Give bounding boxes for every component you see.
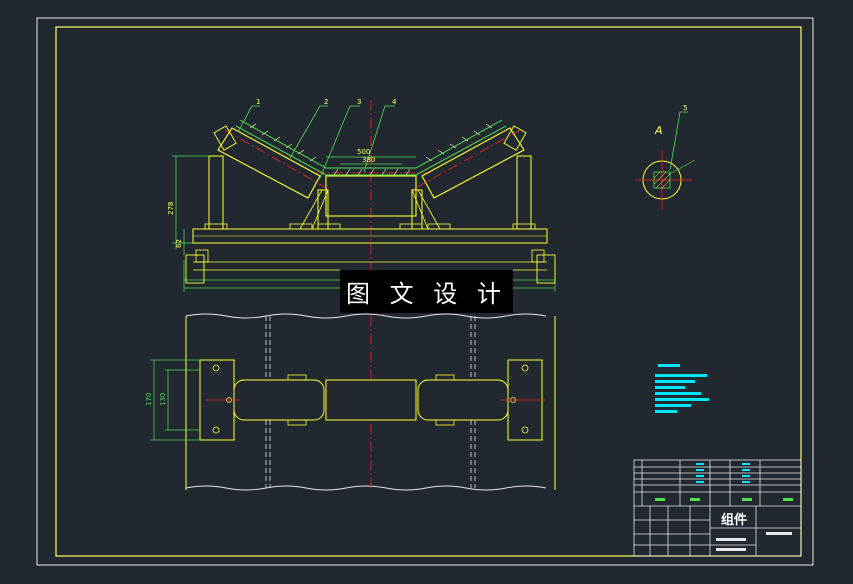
svg-text:2: 2 [324, 98, 328, 106]
right-bracket [516, 155, 532, 230]
dim-plan-outer: 170 [145, 393, 153, 406]
plan-left-roller [233, 379, 325, 421]
plan-view: 170 130 [145, 313, 556, 491]
watermark-banner: 图 文 设 计 [340, 270, 513, 313]
plan-center-roller [325, 379, 417, 421]
belt-break-bottom [185, 485, 547, 491]
section-a-detail: 5 [635, 104, 696, 210]
dim-base-left: 62 [175, 239, 183, 248]
plan-right-roller [417, 379, 509, 421]
title-block-marks [655, 463, 793, 551]
technical-notes [655, 364, 709, 413]
left-bracket [208, 155, 224, 230]
front-view: 1 2 3 4 500 380 278 62 [167, 98, 556, 292]
dim-top-width: 500 [357, 148, 370, 156]
section-label: A [655, 124, 663, 137]
svg-text:1: 1 [256, 98, 260, 106]
belt-break-top [185, 313, 547, 319]
dim-inner-width: 380 [362, 156, 375, 164]
title-block-name: 组件 [720, 512, 747, 528]
svg-text:5: 5 [683, 104, 687, 112]
dim-height-left: 278 [167, 202, 175, 215]
svg-text:4: 4 [392, 98, 397, 106]
dim-plan-inner: 130 [159, 393, 167, 406]
svg-text:3: 3 [357, 98, 361, 106]
